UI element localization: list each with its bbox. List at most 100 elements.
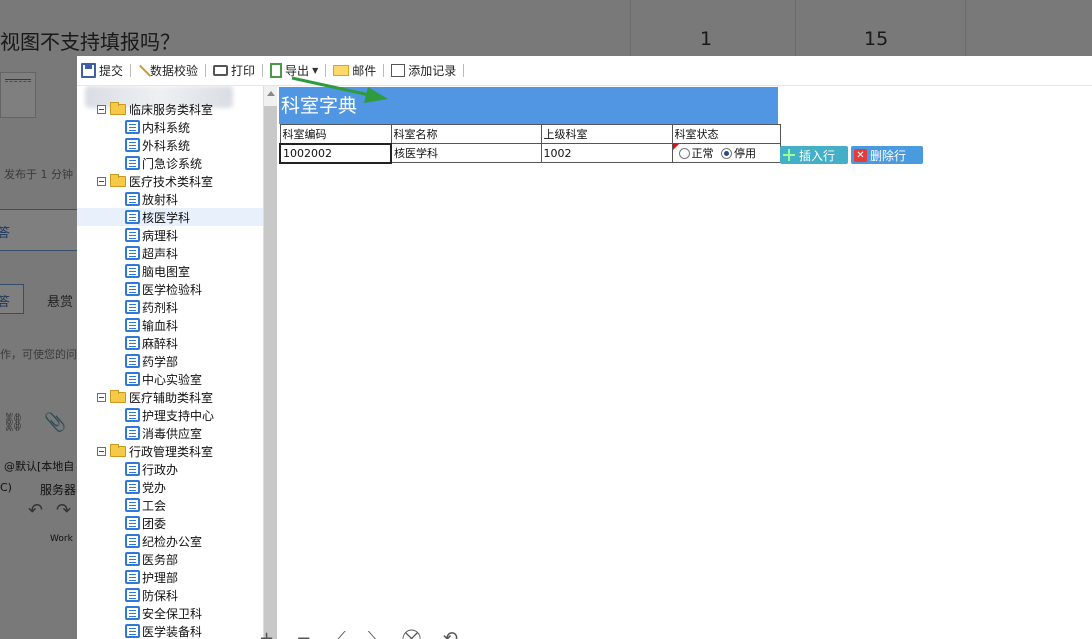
parent-cell[interactable]: 1002	[540, 143, 673, 163]
department-tree: 临床服务类科室内科系统 外科系统 门急诊系统医疗技术类科室放射科 核医学科病理科超声科…	[77, 86, 263, 639]
tree-node-label: 纪检办公室	[142, 534, 203, 549]
tree-leaf-node[interactable]: 核医学科	[77, 208, 263, 226]
tree-leaf-node[interactable]: 纪检办公室	[125, 532, 202, 550]
tree-leaf-node[interactable]: 内科系统	[125, 118, 190, 136]
department-icon	[125, 624, 140, 638]
folder-icon	[110, 443, 126, 457]
tree-folder-node[interactable]: 医疗技术类科室	[97, 172, 213, 190]
code-cell[interactable]: 1002002	[279, 142, 392, 164]
print-icon	[213, 65, 229, 76]
tree-node-label: 行政管理类科室	[129, 444, 214, 459]
delete-icon: ✕	[854, 148, 867, 162]
tree-node-label: 医务部	[142, 552, 179, 567]
name-cell[interactable]: 核医学科	[390, 143, 542, 163]
tree-leaf-node[interactable]: 医学检验科	[125, 280, 202, 298]
department-icon	[125, 588, 140, 602]
tree-leaf-node[interactable]: 安全保卫科	[125, 604, 202, 622]
tree-scrollbar[interactable]	[263, 86, 277, 639]
tree-leaf-node[interactable]: 医学装备科	[125, 622, 202, 639]
column-header: 科室编码	[279, 124, 392, 144]
department-icon	[125, 480, 140, 494]
tree-leaf-node[interactable]: 消毒供应室	[125, 424, 202, 442]
tree-leaf-node[interactable]: 行政办	[125, 460, 178, 478]
insert-row-button[interactable]: 插入行	[780, 146, 848, 164]
tree-node-label: 团委	[142, 516, 167, 531]
bottom-toolbar-fragment: +−⟋⟍⛒⟲	[259, 628, 480, 639]
delete-row-label: 删除行	[870, 148, 907, 163]
tree-leaf-node[interactable]: 输血科	[125, 316, 178, 334]
collapse-toggle-icon[interactable]	[97, 392, 106, 402]
tree-leaf-node[interactable]: 护理支持中心	[125, 406, 214, 424]
add-record-icon	[391, 64, 406, 77]
print-button[interactable]: 打印	[211, 60, 257, 82]
tree-node-label: 内科系统	[142, 120, 191, 135]
tree-folder-node[interactable]: 行政管理类科室	[97, 442, 213, 460]
scrollbar-thumb[interactable]	[264, 106, 277, 639]
department-icon	[125, 606, 140, 620]
tree-leaf-node[interactable]: 团委	[125, 514, 166, 532]
tree-leaf-node[interactable]: 药学部	[125, 352, 178, 370]
scroll-up-icon[interactable]	[267, 91, 275, 96]
tree-node-label: 工会	[142, 498, 167, 513]
tree-leaf-node[interactable]: 药剂科	[125, 298, 178, 316]
department-icon	[125, 498, 140, 512]
department-icon	[125, 264, 140, 278]
tree-leaf-node[interactable]: 脑电图室	[125, 262, 190, 280]
tree-leaf-node[interactable]: 麻醉科	[125, 334, 178, 352]
tree-leaf-node[interactable]: 工会	[125, 496, 166, 514]
department-icon	[125, 246, 140, 260]
tree-node-label: 麻醉科	[142, 336, 179, 351]
tree-leaf-node[interactable]: 病理科	[125, 226, 178, 244]
mail-icon	[333, 65, 350, 76]
collapse-toggle-icon[interactable]	[97, 176, 106, 186]
tree-leaf-node[interactable]: 防保科	[125, 586, 178, 604]
tree-node-label: 药剂科	[142, 300, 179, 315]
department-icon	[125, 426, 140, 440]
tree-node-label: 医学检验科	[142, 282, 203, 297]
tree-leaf-node[interactable]: 护理部	[125, 568, 178, 586]
tree-leaf-node[interactable]: 超声科	[125, 244, 178, 262]
tree-folder-node[interactable]: 医疗辅助类科室	[97, 388, 213, 406]
status-normal-radio[interactable]	[678, 148, 690, 159]
toolbar-separator	[130, 64, 132, 77]
toolbar-separator	[463, 64, 465, 77]
tree-leaf-node[interactable]: 外科系统	[125, 136, 190, 154]
tree-leaf-node[interactable]: 医务部	[125, 550, 178, 568]
tree-leaf-node[interactable]: 中心实验室	[125, 370, 202, 388]
department-icon	[125, 192, 140, 206]
folder-icon	[110, 101, 126, 115]
tree-node-label: 行政办	[142, 462, 179, 477]
status-disabled-radio[interactable]	[721, 148, 732, 159]
tree-node-label: 护理支持中心	[142, 408, 215, 423]
delete-row-button[interactable]: ✕ 删除行	[851, 146, 923, 164]
tree-node-label: 放射科	[142, 192, 179, 207]
toolbar: 提交 数据校验 打印 导出 ▼ 邮件 添加记录	[77, 56, 1092, 86]
insert-row-label: 插入行	[799, 148, 836, 163]
submit-button[interactable]: 提交	[79, 60, 125, 82]
validate-button[interactable]: 数据校验	[136, 60, 200, 82]
validate-label: 数据校验	[150, 64, 199, 78]
tree-leaf-node[interactable]: 放射科	[125, 190, 178, 208]
print-label: 打印	[231, 64, 256, 78]
tree-node-label: 超声科	[142, 246, 179, 261]
tree-leaf-node[interactable]: 党办	[125, 478, 166, 496]
required-marker	[672, 144, 679, 150]
add-record-button[interactable]: 添加记录	[389, 60, 458, 82]
form-area: 科室字典 科室编码 科室名称 上级科室 科室状态 1002002 核医学科 10…	[277, 76, 1092, 639]
tree-node-label: 病理科	[142, 228, 179, 243]
status-cell: 正常 停用	[671, 143, 781, 163]
tree-leaf-node[interactable]: 门急诊系统	[125, 154, 202, 172]
tree-node-label: 防保科	[142, 588, 179, 603]
department-icon	[125, 120, 140, 134]
table-row: 1002002 核医学科 1002 正常 停用	[279, 142, 781, 164]
collapse-toggle-icon[interactable]	[97, 446, 106, 456]
tree-node-label: 脑电图室	[142, 264, 191, 279]
plus-icon	[783, 149, 795, 161]
tree-node-label: 医疗技术类科室	[129, 174, 214, 189]
department-icon	[125, 138, 140, 152]
status-normal-label: 正常	[691, 147, 714, 160]
tree-folder-node[interactable]: 临床服务类科室	[97, 100, 213, 118]
report-window: 提交 数据校验 打印 导出 ▼ 邮件 添加记录 临床服务类科室 内科系统 外科系…	[77, 56, 1092, 639]
department-icon	[125, 318, 140, 332]
collapse-toggle-icon[interactable]	[97, 104, 106, 114]
